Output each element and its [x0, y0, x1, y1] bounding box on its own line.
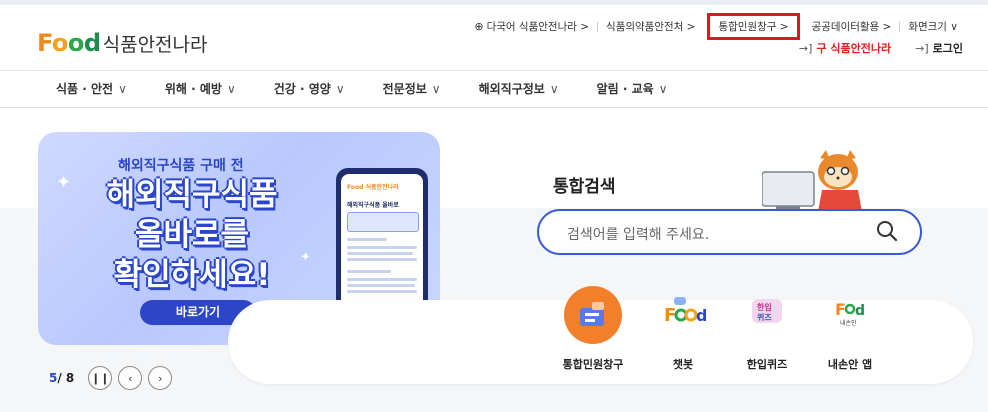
chevron-down-icon: ∨ [118, 82, 127, 96]
mascot-illustration [761, 150, 868, 218]
page-indicator: 5/ 8 [49, 371, 75, 385]
login-link[interactable]: →] 로그인 [915, 40, 963, 56]
mfds-link[interactable]: 식품의약품안전처 > [598, 19, 703, 34]
search-input[interactable]: 검색어를 입력해 주세요. [537, 209, 922, 255]
nav-food-safety[interactable]: 식품 · 안전 ∨ [56, 80, 127, 97]
svg-text:d: d [696, 306, 706, 325]
screen-size-toggle[interactable]: 화면크기 ∨ [900, 19, 966, 34]
prev-button[interactable]: ‹ [118, 366, 143, 390]
search-icon[interactable] [876, 220, 898, 242]
svg-text:d: d [855, 303, 865, 319]
nav-notice[interactable]: 알림 · 교육 ∨ [597, 80, 668, 97]
next-button[interactable]: › [148, 366, 173, 390]
banner-subtitle: 해외직구식품 구매 전 [118, 158, 244, 174]
svg-text:내손안: 내손안 [840, 319, 857, 327]
multilang-link[interactable]: ⊕ 다국어 식품안전나라 > [466, 19, 597, 34]
top-stripe [0, 0, 988, 5]
food-wordmark: Food [37, 29, 101, 57]
svg-text:퀴즈: 퀴즈 [757, 312, 772, 322]
old-site-label: 구 식품안전나라 [816, 42, 892, 55]
chatbot-icon: Fd [658, 286, 708, 336]
pause-icon: ❙❙ [91, 371, 110, 385]
quick-chatbot[interactable]: Fd 챗봇 [643, 286, 723, 372]
search-title: 통합검색 [553, 177, 616, 197]
quick-label: 챗봇 [672, 358, 694, 371]
quick-civil-service[interactable]: 통합민원창구 [553, 286, 633, 372]
nav-hazard[interactable]: 위해 · 예방 ∨ [165, 80, 236, 97]
mfds-label: 식품의약품안전처 > [606, 21, 696, 33]
nav-health[interactable]: 건강 · 영양 ∨ [274, 80, 345, 97]
old-site-link[interactable]: →] 구 식품안전나라 [799, 40, 891, 56]
login-label: 로그인 [932, 42, 963, 55]
logo-text: 식품안전나라 [102, 33, 208, 56]
pause-button[interactable]: ❙❙ [88, 366, 113, 390]
screen-size-label: 화면크기 ∨ [908, 21, 958, 33]
quick-label: 내손안 앱 [827, 358, 873, 371]
site-logo[interactable]: Food 식품안전나라 [37, 29, 208, 57]
nav-expert[interactable]: 전문정보 ∨ [383, 80, 441, 97]
main-nav: 식품 · 안전 ∨ 위해 · 예방 ∨ 건강 · 영양 ∨ 전문정보 ∨ 해외직구정보 ∨… [0, 70, 988, 108]
globe-icon: ⊕ [474, 20, 484, 33]
quick-label: 통합민원창구 [562, 358, 624, 371]
quick-quiz[interactable]: 한입 퀴즈 한입퀴즈 [727, 286, 807, 372]
quiz-icon: 한입 퀴즈 [742, 286, 792, 336]
link-icon: →] [798, 42, 813, 55]
civil-service-icon [564, 286, 622, 344]
svg-text:F: F [835, 300, 846, 319]
nav-overseas[interactable]: 해외직구정보 ∨ [479, 80, 559, 97]
chevron-right-icon: › [158, 371, 163, 385]
svg-text:한입: 한입 [757, 302, 772, 312]
account-links: →] 구 식품안전나라 →] 로그인 [799, 40, 963, 56]
svg-text:F: F [664, 305, 676, 326]
opendata-link[interactable]: 공공데이터활용 > [804, 19, 900, 34]
chevron-down-icon: ∨ [431, 82, 441, 96]
chevron-down-icon: ∨ [226, 82, 236, 96]
chevron-left-icon: ‹ [128, 371, 133, 385]
login-icon: →] [915, 42, 929, 55]
quick-app[interactable]: Fd 내손안 내손안 앱 [810, 286, 890, 372]
banner-pager: 5/ 8 ❙❙ ‹ › [49, 366, 173, 390]
chevron-down-icon: ∨ [335, 82, 345, 96]
sparkle-icon: ✦ [56, 172, 72, 193]
civil-service-label: 통합민원창구 > [718, 21, 789, 33]
banner-headline: 해외직구식품 올바로를 확인하세요! [106, 177, 278, 293]
app-icon: Fd 내손안 [825, 286, 875, 336]
multilang-label: 다국어 식품안전나라 > [486, 21, 590, 33]
civil-service-link[interactable]: 통합민원창구 > [707, 13, 800, 40]
chevron-down-icon: ∨ [549, 82, 559, 96]
chevron-down-icon: ∨ [658, 82, 668, 96]
utility-bar: ⊕ 다국어 식품안전나라 > 식품의약품안전처 > 통합민원창구 > 공공데이터… [466, 13, 966, 40]
search-placeholder: 검색어를 입력해 주세요. [567, 227, 710, 243]
opendata-label: 공공데이터활용 > [811, 21, 892, 33]
quick-label: 한입퀴즈 [746, 358, 788, 371]
